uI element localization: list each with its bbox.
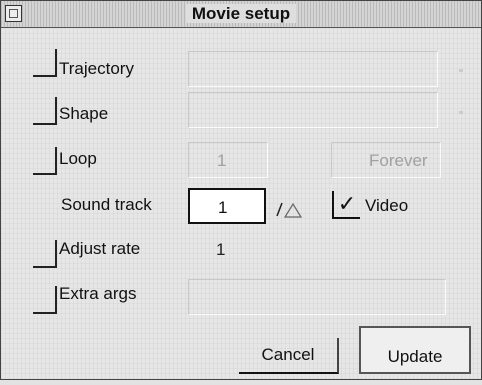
extra-args-field[interactable] bbox=[188, 279, 446, 315]
triangle-toggle-icon[interactable] bbox=[271, 196, 305, 220]
update-button[interactable]: Update bbox=[359, 326, 471, 374]
extra-args-label: Extra args bbox=[59, 284, 137, 303]
shape-option-box[interactable] bbox=[33, 97, 57, 125]
movie-setup-window: Movie setup Trajectory Shape Loop 1 Fore… bbox=[0, 0, 482, 380]
sound-track-field[interactable]: 1 bbox=[188, 188, 266, 224]
loop-label: Loop bbox=[59, 149, 97, 168]
extra-args-option-box[interactable] bbox=[33, 286, 57, 314]
shape-field[interactable] bbox=[188, 92, 438, 128]
checkmark-icon: ✓ bbox=[337, 191, 357, 216]
shape-label: Shape bbox=[59, 104, 109, 123]
video-label: Video bbox=[365, 196, 409, 215]
trajectory-field[interactable] bbox=[188, 51, 438, 87]
title-bar[interactable]: Movie setup bbox=[1, 1, 481, 28]
adjust-rate-label: Adjust rate bbox=[59, 239, 141, 258]
sound-track-label: Sound track bbox=[61, 195, 152, 214]
window-title: Movie setup bbox=[1, 1, 481, 27]
loop-option-box[interactable] bbox=[33, 147, 57, 175]
cancel-button[interactable]: Cancel bbox=[239, 338, 339, 374]
trajectory-field-stub bbox=[459, 69, 463, 72]
forever-field[interactable]: Forever bbox=[331, 142, 441, 178]
adjust-rate-field[interactable]: 1 bbox=[188, 232, 268, 268]
trajectory-label: Trajectory bbox=[59, 59, 134, 78]
loop-count-field[interactable]: 1 bbox=[188, 142, 268, 178]
trajectory-option-box[interactable] bbox=[33, 49, 57, 77]
video-checkbox[interactable]: ✓ bbox=[332, 191, 360, 219]
adjust-rate-option-box[interactable] bbox=[33, 240, 57, 268]
shape-field-stub bbox=[459, 111, 463, 114]
